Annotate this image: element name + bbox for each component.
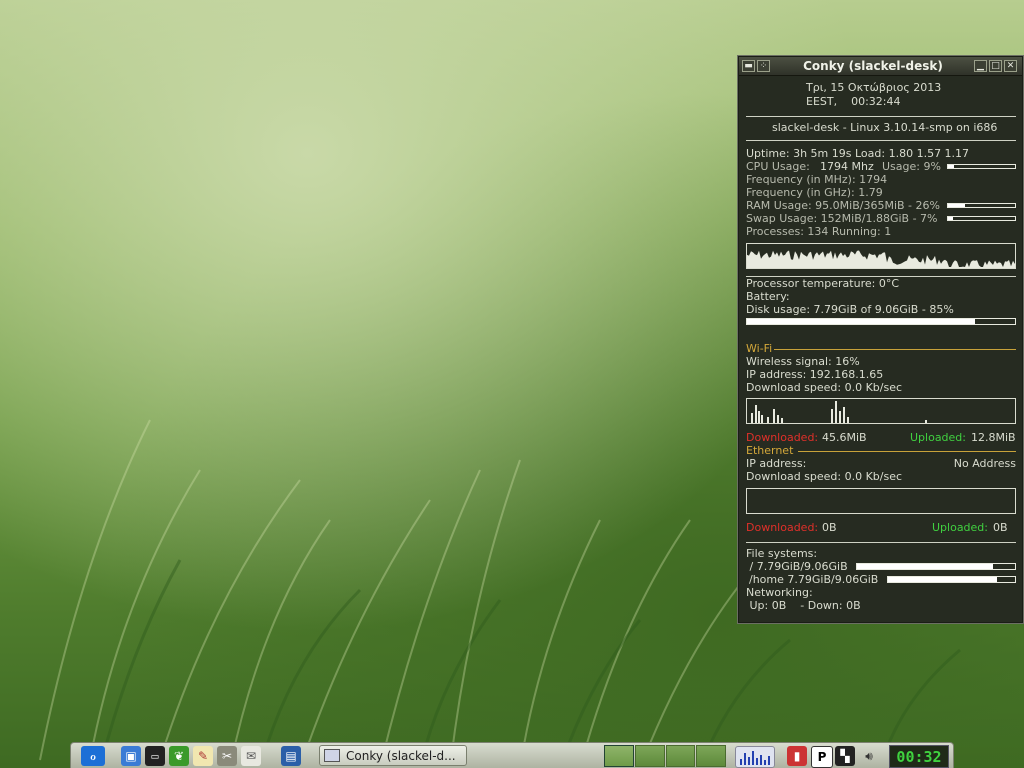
file-manager-icon[interactable]: ▣ [121, 746, 141, 766]
divider [774, 349, 1016, 350]
conky-titlebar[interactable]: ▬ ⁘ Conky (slackel-desk) ▁ □ ✕ [739, 57, 1022, 76]
net-speed-text: Up: 0B - Down: 0B [746, 599, 861, 612]
eth-uploaded-value: 0B [993, 521, 1008, 534]
cpu-monitor-icon[interactable] [735, 746, 775, 768]
temp-text: Processor temperature: 0°C [746, 277, 900, 290]
wifi-downloaded-label: Downloaded: [746, 431, 819, 444]
host-text: slackel-desk - Linux 3.10.14-smp on i686 [772, 121, 998, 134]
fs-home-text: /home 7.79GiB/9.06GiB [749, 573, 879, 586]
minimize-button[interactable]: ▁ [974, 60, 987, 72]
terminal-icon[interactable]: ▭ [145, 746, 165, 766]
workspace-1[interactable] [604, 745, 634, 767]
ethernet-header: Ethernet [746, 444, 794, 457]
mail-icon[interactable]: ✉ [241, 746, 261, 766]
cpu-label: CPU Usage: [746, 160, 810, 173]
net-header: Networking: [746, 586, 813, 599]
window-title: Conky (slackel-desk) [803, 59, 943, 73]
uptime-text: Uptime: 3h 5m 19s Load: 1.80 1.57 1.17 [746, 147, 970, 160]
ram-text: RAM Usage: 95.0MiB/365MiB - 26% [746, 199, 940, 212]
window-menu-icon[interactable]: ▬ [742, 60, 755, 72]
fs-header: File systems: [746, 547, 818, 560]
wifi-ip-text: IP address: 192.168.1.65 [746, 368, 884, 381]
eth-downloaded-label: Downloaded: [746, 521, 819, 534]
wifi-uploaded-value: 12.8MiB [971, 431, 1016, 444]
cpu-usage-text: Usage: 9% [882, 160, 941, 173]
battery-text: Battery: [746, 290, 790, 303]
show-desktop-icon[interactable]: ▤ [281, 746, 301, 766]
workspace-2[interactable] [634, 745, 665, 767]
eth-downloaded-value: 0B [822, 521, 837, 534]
eth-ip-value: No Address [953, 457, 1016, 470]
ethernet-graph [746, 488, 1016, 514]
wifi-uploaded-label: Uploaded: [910, 431, 966, 444]
workspace-pager [604, 745, 726, 767]
time-text: EEST, 00:32:44 [806, 95, 901, 108]
divider [746, 116, 1016, 117]
wifi-graph [746, 398, 1016, 424]
divider [798, 451, 1016, 452]
eth-ip-label: IP address: [746, 457, 807, 470]
taskbar: ℴ ▣ ▭ ❦ ✎ ✂ ✉ ▤ Conky (slackel-d... ▮ P … [70, 742, 954, 768]
cpu-graph [746, 243, 1016, 269]
image-editor-icon[interactable]: ✂ [217, 746, 237, 766]
maximize-button[interactable]: □ [989, 60, 1002, 72]
wifi-downloaded-value: 45.6MiB [822, 431, 867, 444]
clock[interactable]: 00:32 [889, 745, 949, 768]
wifi-signal-text: Wireless signal: 16% [746, 355, 860, 368]
volume-icon[interactable]: 🔊︎ [859, 746, 879, 766]
start-menu-icon[interactable]: ℴ [81, 746, 105, 766]
fs-home-bar [887, 576, 1016, 583]
task-button-conky[interactable]: Conky (slackel-d... [319, 745, 467, 766]
close-button[interactable]: ✕ [1004, 60, 1017, 72]
cpu-mhz: 1794 Mhz [820, 160, 874, 173]
cpu-bar [947, 164, 1016, 169]
power-icon[interactable]: P [811, 746, 833, 768]
freq-mhz-text: Frequency (in MHz): 1794 [746, 173, 888, 186]
freq-ghz-text: Frequency (in GHz): 1.79 [746, 186, 883, 199]
browser-icon[interactable]: ❦ [169, 746, 189, 766]
ram-bar [947, 203, 1016, 208]
divider [746, 140, 1016, 141]
task-label: Conky (slackel-d... [346, 748, 456, 763]
divider [746, 542, 1016, 543]
wifi-header: Wi-Fi [746, 342, 773, 355]
swap-bar [947, 216, 1016, 221]
battery-icon[interactable]: ▮ [787, 746, 807, 766]
eth-uploaded-label: Uploaded: [932, 521, 988, 534]
date-text: Τρι, 15 Οκτώβριος 2013 [806, 81, 942, 94]
fs-root-bar [856, 563, 1016, 570]
text-editor-icon[interactable]: ✎ [193, 746, 213, 766]
eth-download-speed: Download speed: 0.0 Kb/sec [746, 470, 903, 483]
network-icon[interactable]: ▚ [835, 746, 855, 766]
processes-text: Processes: 134 Running: 1 [746, 225, 892, 238]
wifi-download-speed: Download speed: 0.0 Kb/sec [746, 381, 903, 394]
conky-window[interactable]: ▬ ⁘ Conky (slackel-desk) ▁ □ ✕ Τρι, 15 Ο… [738, 56, 1023, 623]
fs-root-text: / 7.79GiB/9.06GiB [746, 560, 848, 573]
disk-bar [746, 318, 1016, 325]
workspace-3[interactable] [665, 745, 696, 767]
swap-text: Swap Usage: 152MiB/1.88GiB - 7% [746, 212, 938, 225]
workspace-4[interactable] [696, 745, 726, 767]
disk-text: Disk usage: 7.79GiB of 9.06GiB - 85% [746, 303, 954, 316]
sticky-icon[interactable]: ⁘ [757, 60, 770, 72]
window-icon [324, 749, 340, 762]
